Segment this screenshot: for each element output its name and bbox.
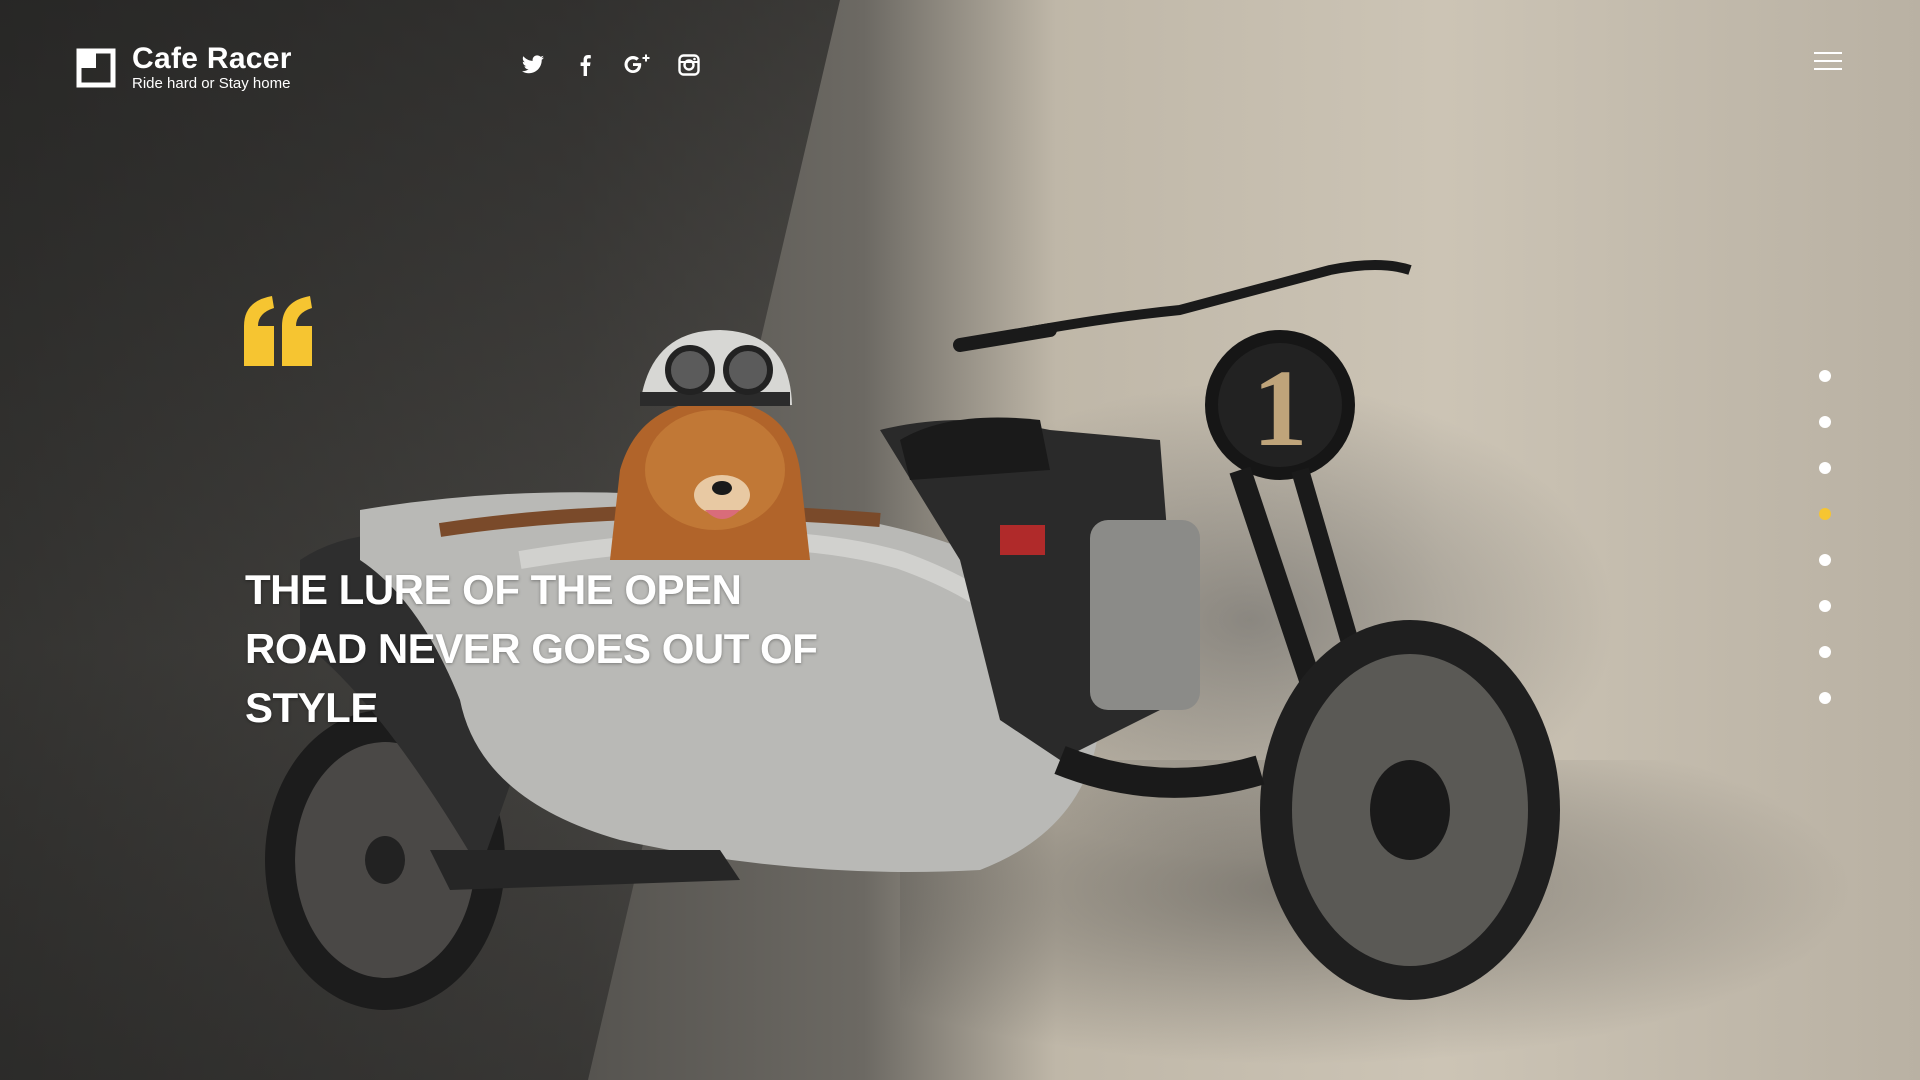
hero-headline: THE LURE OF THE OPEN ROAD NEVER GOES OUT… (245, 566, 818, 731)
pager-dot-7[interactable] (1819, 646, 1831, 658)
logo-icon (76, 48, 116, 88)
brand-name: Cafe Racer (132, 42, 292, 75)
front-wheel (1260, 620, 1560, 1000)
pager-dot-4-active[interactable] (1819, 508, 1831, 520)
hero-section: 1 Cafe Racer Ride hard or Stay home THE … (0, 0, 1920, 1080)
pager-dot-5[interactable] (1819, 554, 1831, 566)
instagram-icon[interactable] (676, 52, 702, 78)
google-plus-icon[interactable] (624, 52, 650, 78)
pager-dot-6[interactable] (1819, 600, 1831, 612)
quote-icon (244, 296, 314, 376)
brand-tagline: Ride hard or Stay home (132, 75, 291, 92)
logo[interactable]: Cafe Racer Ride hard or Stay home (76, 44, 292, 92)
facebook-icon[interactable] (572, 52, 598, 78)
hamburger-menu-icon[interactable] (1814, 52, 1842, 74)
pager-dot-3[interactable] (1819, 462, 1831, 474)
dog (610, 330, 810, 560)
social-links (520, 52, 702, 78)
pager-dot-1[interactable] (1819, 370, 1831, 382)
hero-image: 1 (265, 260, 1560, 1010)
slide-pager (1819, 370, 1831, 704)
twitter-icon[interactable] (520, 52, 546, 78)
pager-dot-8[interactable] (1819, 692, 1831, 704)
pager-dot-2[interactable] (1819, 416, 1831, 428)
svg-text:1: 1 (1253, 347, 1308, 469)
